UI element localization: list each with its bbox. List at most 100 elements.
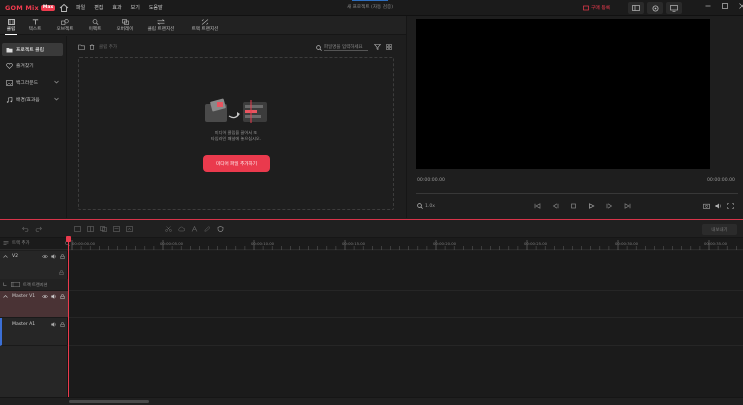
lock-icon[interactable] xyxy=(59,270,64,275)
lock-icon[interactable] xyxy=(60,294,65,299)
add-track-label: 트랙 추가 xyxy=(12,241,30,246)
drop-instructions: 미디어 클립을 끌어서 또 타임라인 패널에 놓으십시오. xyxy=(178,130,294,142)
preview-screen[interactable] xyxy=(416,19,710,169)
horizontal-scrollbar[interactable] xyxy=(69,400,149,403)
tab-track-transition[interactable]: 트랙 트랜지션 xyxy=(186,16,224,35)
text-tool-icon[interactable] xyxy=(191,226,198,232)
pen-icon[interactable] xyxy=(204,226,211,232)
eye-icon[interactable] xyxy=(42,294,48,299)
lane-divider xyxy=(69,317,743,318)
export-button[interactable]: 내보내기 xyxy=(702,224,737,235)
volume-icon[interactable] xyxy=(51,322,57,327)
ruler-label: 00:00:05.00 xyxy=(160,241,184,246)
stop-icon[interactable] xyxy=(570,203,577,209)
add-media-button[interactable]: 미디어 파일 추가하기 xyxy=(203,155,270,172)
track-header-v2[interactable]: V2 트랙 트랜지션 xyxy=(0,251,68,291)
tab-label: 이펙트 xyxy=(88,27,102,32)
sidebar: 프로젝트 클립 즐겨찾기 백그라운드 배경/효과음 xyxy=(0,36,67,218)
drag-drop-illustration-icon xyxy=(205,98,267,123)
playhead-handle[interactable] xyxy=(66,236,71,242)
search-input[interactable]: 파일명을 입력하세요 xyxy=(324,44,368,51)
clip-add-label: 클립 추가 xyxy=(99,45,117,50)
grid-view-icon[interactable] xyxy=(386,44,392,50)
collapse-icon[interactable] xyxy=(3,254,8,259)
cloud-icon[interactable] xyxy=(178,226,185,232)
tab-text[interactable]: 텍스트 xyxy=(24,16,46,35)
ruler-label: 00:00:30.00 xyxy=(615,241,639,246)
upgrade-link[interactable]: 구매 등록 xyxy=(583,4,610,11)
menu-view[interactable]: 보기 xyxy=(131,4,140,11)
speed-icon[interactable] xyxy=(126,226,133,232)
trash-icon[interactable] xyxy=(89,44,95,50)
scissors-icon[interactable] xyxy=(165,226,172,232)
media-toolbar: 클립 추가 xyxy=(78,44,117,50)
fullscreen-icon[interactable] xyxy=(727,203,734,209)
window-controls xyxy=(705,3,743,9)
track-transition-icon xyxy=(201,19,209,25)
volume-icon[interactable] xyxy=(51,254,57,259)
volume-icon[interactable] xyxy=(715,203,722,209)
copy-icon[interactable] xyxy=(100,226,107,232)
prev-frame-icon[interactable] xyxy=(552,203,559,209)
sidebar-item-sound[interactable]: 배경/효과음 xyxy=(2,93,63,106)
sidebar-item-background[interactable]: 백그라운드 xyxy=(2,76,63,89)
preview-zoom[interactable]: 1.0x xyxy=(417,203,435,209)
brand-name: GOM Mix xyxy=(5,4,39,12)
sidebar-item-project-clips[interactable]: 프로젝트 클립 xyxy=(2,43,63,56)
add-track-button[interactable]: 트랙 추가 xyxy=(3,240,70,246)
close-icon[interactable] xyxy=(739,3,743,9)
track-header-master-a1[interactable]: Master A1 xyxy=(0,318,68,346)
zoom-icon xyxy=(417,203,423,209)
ruler-label: 00:00:20.00 xyxy=(433,241,457,246)
media-search[interactable]: 파일명을 입력하세요 xyxy=(316,44,368,51)
tab-label: 텍스트 xyxy=(28,27,42,32)
lock-icon[interactable] xyxy=(60,322,65,327)
tab-clip[interactable]: 클립 xyxy=(2,16,20,35)
skip-start-icon[interactable] xyxy=(534,203,541,209)
heart-icon xyxy=(6,62,13,69)
maximize-icon[interactable] xyxy=(722,3,728,9)
add-folder-icon[interactable] xyxy=(78,44,85,50)
shield-icon[interactable] xyxy=(217,226,224,232)
lock-icon[interactable] xyxy=(60,254,65,259)
clip-property-icon[interactable] xyxy=(113,226,120,232)
redo-icon[interactable] xyxy=(35,226,42,232)
crop-icon[interactable] xyxy=(74,226,81,232)
account-button[interactable] xyxy=(666,2,682,14)
menu-edit[interactable]: 편집 xyxy=(94,4,103,11)
filter-icon[interactable] xyxy=(374,44,381,50)
undo-icon[interactable] xyxy=(22,226,29,232)
minimize-icon[interactable] xyxy=(705,3,711,9)
next-frame-icon[interactable] xyxy=(606,203,613,209)
snapshot-icon[interactable] xyxy=(703,203,710,209)
menu-effects[interactable]: 효과 xyxy=(112,4,121,11)
home-icon[interactable] xyxy=(59,3,69,13)
timeline-lanes[interactable] xyxy=(69,251,743,397)
drop-text-line2: 타임라인 패널에 놓으십시오. xyxy=(210,136,262,141)
skip-end-icon[interactable] xyxy=(624,203,631,209)
preview-tools xyxy=(703,203,734,209)
eye-icon[interactable] xyxy=(42,254,48,259)
transport-controls xyxy=(534,203,631,209)
settings-button[interactable] xyxy=(647,2,663,14)
split-icon[interactable] xyxy=(87,226,94,232)
ruler-label: 00:00:25.00 xyxy=(524,241,548,246)
collapse-icon[interactable] xyxy=(3,294,8,299)
tab-clip-transition[interactable]: 클립 트랜지션 xyxy=(144,16,178,35)
menu-help[interactable]: 도움말 xyxy=(149,4,163,11)
tab-overlay[interactable]: 오버레이 xyxy=(112,16,138,35)
sidebar-item-label: 배경/효과음 xyxy=(16,98,40,103)
tab-label: 트랙 트랜지션 xyxy=(191,27,219,32)
volume-icon[interactable] xyxy=(51,294,57,299)
menu-file[interactable]: 파일 xyxy=(76,4,85,11)
preview-scrubber[interactable] xyxy=(416,193,738,194)
layout-button[interactable] xyxy=(628,2,644,14)
play-icon[interactable] xyxy=(588,203,595,209)
sidebar-item-favorites[interactable]: 즐겨찾기 xyxy=(2,59,63,72)
tab-effect[interactable]: 이펙트 xyxy=(84,16,106,35)
track-header-master-v1[interactable]: Master V1 xyxy=(0,291,68,318)
titlebar-tools xyxy=(628,2,682,14)
tab-object[interactable]: 오브젝트 xyxy=(52,16,78,35)
playhead[interactable] xyxy=(68,238,69,398)
overlay-icon xyxy=(121,19,129,25)
